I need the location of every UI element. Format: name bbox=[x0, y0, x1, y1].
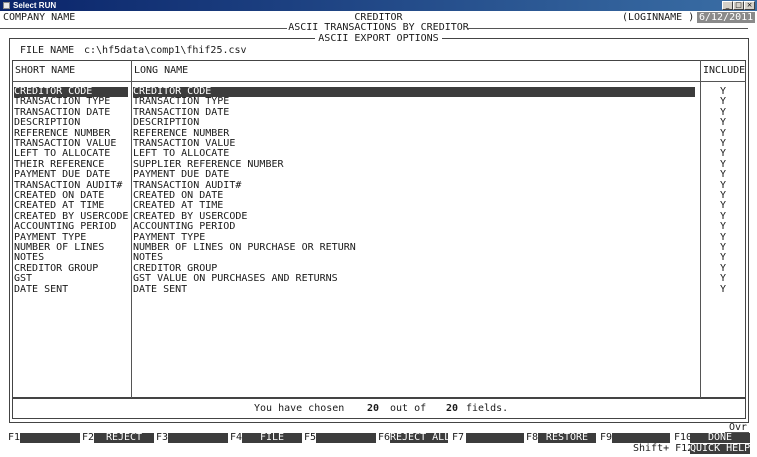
long-name-cell[interactable]: CREATED ON DATE bbox=[133, 191, 693, 201]
short-name-cell[interactable]: TRANSACTION DATE bbox=[14, 108, 128, 118]
short-name-cell[interactable]: TRANSACTION VALUE bbox=[14, 139, 128, 149]
section-title-text: ASCII EXPORT OPTIONS bbox=[315, 33, 442, 44]
fkey-f6-key: F6 bbox=[378, 432, 391, 443]
include-flag[interactable]: Y bbox=[718, 284, 728, 295]
short-name-cell[interactable]: NOTES bbox=[14, 253, 128, 263]
short-name-cell[interactable]: CREATED BY USERCODE bbox=[14, 212, 128, 222]
fkey-f8-button[interactable]: RESTORE bbox=[538, 433, 596, 443]
short-name-cell[interactable]: REFERENCE NUMBER bbox=[14, 129, 128, 139]
long-name-cell[interactable]: CREDITOR GROUP bbox=[133, 264, 693, 274]
header-divider bbox=[12, 81, 746, 82]
short-name-cell[interactable]: LEFT TO ALLOCATE bbox=[14, 149, 128, 159]
fkey-f7-key: F7 bbox=[452, 432, 465, 443]
long-name-cell[interactable]: DATE SENT bbox=[133, 285, 693, 295]
long-name-cell[interactable]: ACCOUNTING PERIOD bbox=[133, 222, 693, 232]
date-badge: 6/12/2011 bbox=[697, 12, 756, 23]
short-name-cell[interactable]: TRANSACTION TYPE bbox=[14, 97, 128, 107]
long-name-cell[interactable]: TRANSACTION AUDIT# bbox=[133, 181, 693, 191]
short-name-cell[interactable]: CREDITOR CODE bbox=[14, 87, 128, 98]
short-name-cell[interactable]: CREDITOR GROUP bbox=[14, 264, 128, 274]
short-name-cell[interactable]: TRANSACTION AUDIT# bbox=[14, 181, 128, 191]
app-icon bbox=[3, 2, 10, 9]
summary-middle: out of bbox=[390, 403, 427, 414]
file-name-input[interactable]: c:\hf5data\comp1\fhif25.csv bbox=[84, 46, 247, 56]
window-titlebar[interactable]: Select RUN _ □ × bbox=[0, 0, 757, 11]
summary-chosen-count: 20 bbox=[367, 403, 380, 414]
window-title: Select RUN bbox=[13, 1, 57, 10]
fkey-f7-button[interactable] bbox=[466, 433, 524, 443]
summary-suffix: fields. bbox=[466, 403, 509, 414]
fkey-f4-button[interactable]: FILE bbox=[242, 433, 302, 443]
fkey-f5-key: F5 bbox=[304, 432, 317, 443]
minimize-button[interactable]: _ bbox=[722, 1, 733, 10]
quick-help-button[interactable]: QUICK HELP bbox=[690, 444, 750, 454]
fkey-f2-key: F2 bbox=[82, 432, 95, 443]
long-name-cell[interactable]: CREATED BY USERCODE bbox=[133, 212, 693, 222]
long-name-cell[interactable]: DESCRIPTION bbox=[133, 118, 693, 128]
summary-total-count: 20 bbox=[446, 403, 459, 414]
file-name-label: FILE NAME bbox=[20, 45, 75, 56]
section-title: ASCII EXPORT OPTIONS bbox=[0, 33, 757, 44]
short-name-cell[interactable]: PAYMENT TYPE bbox=[14, 233, 128, 243]
long-name-cell[interactable]: PAYMENT DUE DATE bbox=[133, 170, 693, 180]
fkey-f4-key: F4 bbox=[230, 432, 243, 443]
fkey-f3-button[interactable] bbox=[168, 433, 228, 443]
short-name-cell[interactable]: CREATED ON DATE bbox=[14, 191, 128, 201]
column-divider-2 bbox=[700, 60, 701, 398]
fkey-f1-key: F1 bbox=[8, 432, 21, 443]
short-name-cell[interactable]: GST bbox=[14, 274, 128, 284]
column-header-include: INCLUDE bbox=[703, 65, 746, 76]
long-name-cell[interactable]: CREATED AT TIME bbox=[133, 201, 693, 211]
short-name-cell[interactable]: DESCRIPTION bbox=[14, 118, 128, 128]
column-header-short-name: SHORT NAME bbox=[15, 65, 76, 76]
fkey-f5-button[interactable] bbox=[316, 433, 376, 443]
short-name-cell[interactable]: NUMBER OF LINES bbox=[14, 243, 128, 253]
summary-prefix: You have chosen bbox=[254, 403, 345, 414]
column-divider-1 bbox=[131, 60, 132, 398]
fkey-f8-key: F8 bbox=[526, 432, 539, 443]
long-name-cell[interactable]: REFERENCE NUMBER bbox=[133, 129, 693, 139]
short-name-cell[interactable]: DATE SENT bbox=[14, 285, 128, 295]
fkey-f9-key: F9 bbox=[600, 432, 613, 443]
fkey-f3-key: F3 bbox=[156, 432, 169, 443]
long-name-cell[interactable]: NOTES bbox=[133, 253, 693, 263]
short-name-cell[interactable]: CREATED AT TIME bbox=[14, 201, 128, 211]
fkey-f9-button[interactable] bbox=[612, 433, 670, 443]
long-name-cell[interactable]: TRANSACTION VALUE bbox=[133, 139, 693, 149]
shift-f12-key: Shift+ F12 bbox=[633, 443, 694, 454]
long-name-cell[interactable]: NUMBER OF LINES ON PURCHASE OR RETURN bbox=[133, 243, 693, 253]
long-name-cell[interactable]: CREDITOR CODE bbox=[133, 87, 695, 98]
login-name: (LOGINNAME ) bbox=[622, 12, 695, 23]
long-name-cell[interactable]: GST VALUE ON PURCHASES AND RETURNS bbox=[133, 274, 693, 284]
long-name-cell[interactable]: TRANSACTION DATE bbox=[133, 108, 693, 118]
long-name-cell[interactable]: LEFT TO ALLOCATE bbox=[133, 149, 693, 159]
fkey-f2-button[interactable]: REJECT bbox=[94, 433, 154, 443]
short-name-cell[interactable]: ACCOUNTING PERIOD bbox=[14, 222, 128, 232]
column-header-long-name: LONG NAME bbox=[134, 65, 189, 76]
fkey-f6-button[interactable]: REJECT ALL bbox=[390, 433, 448, 443]
fkey-f10-button[interactable]: DONE bbox=[690, 433, 750, 443]
long-name-cell[interactable]: TRANSACTION TYPE bbox=[133, 97, 693, 107]
fkey-f1-button[interactable] bbox=[20, 433, 80, 443]
close-button[interactable]: × bbox=[744, 1, 755, 10]
maximize-button[interactable]: □ bbox=[733, 1, 744, 10]
report-subtitle: ASCII TRANSACTIONS BY CREDITOR bbox=[288, 22, 469, 33]
long-name-cell[interactable]: SUPPLIER REFERENCE NUMBER bbox=[133, 160, 693, 170]
long-name-cell[interactable]: PAYMENT TYPE bbox=[133, 233, 693, 243]
short-name-cell[interactable]: PAYMENT DUE DATE bbox=[14, 170, 128, 180]
short-name-cell[interactable]: THEIR REFERENCE bbox=[14, 160, 128, 170]
